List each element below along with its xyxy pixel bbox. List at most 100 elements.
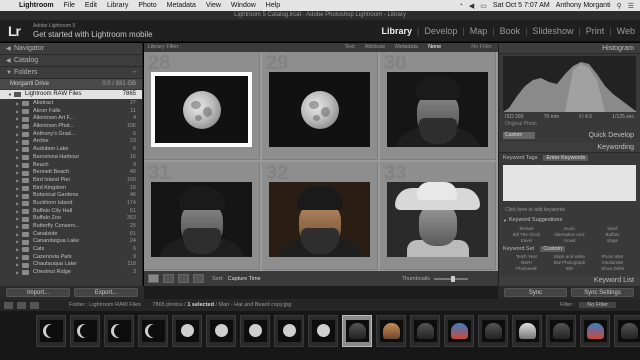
- folder-item[interactable]: ▶ Canalside 61: [0, 231, 142, 239]
- menu-metadata[interactable]: Metadata: [162, 2, 201, 9]
- wifi-icon[interactable]: ◔: [459, 2, 463, 9]
- keyword-chip[interactable]: alternative rock: [548, 232, 591, 237]
- module-book[interactable]: Book: [495, 26, 526, 36]
- filmstrip-thumbnail[interactable]: [172, 315, 202, 347]
- volume-row[interactable]: Morganti Drive 0.0 / 931 GB: [0, 79, 142, 89]
- grid-cell[interactable]: 33: [380, 162, 496, 270]
- filmstrip-thumbnail[interactable]: [70, 315, 100, 347]
- grid-shortcut-icon[interactable]: [30, 301, 39, 309]
- slider-knob[interactable]: [450, 275, 455, 282]
- photo-thumbnail[interactable]: [387, 72, 488, 147]
- keywording-header[interactable]: Keywording: [499, 142, 640, 153]
- filmstrip-thumbnail[interactable]: [206, 315, 236, 347]
- battery-icon[interactable]: ▭: [480, 2, 487, 10]
- keyword-chip[interactable]: Buffalo: [591, 232, 634, 237]
- folder-item[interactable]: ▶ Anthony's Grad... 6: [0, 131, 142, 139]
- thumbnail-size-slider[interactable]: [434, 275, 468, 282]
- module-web[interactable]: Web: [612, 26, 640, 36]
- keyword-chip[interactable]: Tenth Year: [505, 254, 548, 259]
- export-button[interactable]: Export...: [74, 288, 138, 297]
- catalog-header[interactable]: ◀ Catalog: [0, 55, 142, 67]
- filter-metadata[interactable]: Metadata: [395, 43, 418, 52]
- folder-item[interactable]: ▶ Botanical Gardens 46: [0, 192, 142, 200]
- module-library[interactable]: Library: [376, 26, 417, 36]
- grid-cell[interactable]: 32: [262, 162, 378, 270]
- keyword-text-area[interactable]: [503, 165, 636, 201]
- grid-cell[interactable]: 28: [144, 52, 260, 160]
- filter-attribute[interactable]: Attribute: [365, 43, 385, 52]
- histogram-header[interactable]: Histogram: [499, 43, 640, 54]
- sort-dropdown[interactable]: Capture Time: [228, 276, 261, 282]
- folder-item[interactable]: ▶ Audubon Lake 6: [0, 146, 142, 154]
- keyword-set-dropdown[interactable]: Custom: [540, 245, 566, 252]
- keyword-chip[interactable]: Bill The Clock: [505, 232, 548, 237]
- keyword-tags-dropdown[interactable]: Enter Keywords: [543, 155, 589, 161]
- add-folder-icon[interactable]: +: [132, 67, 142, 79]
- module-develop[interactable]: Develop: [419, 26, 462, 36]
- module-slideshow[interactable]: Slideshow: [527, 26, 578, 36]
- keyword-chip[interactable]: festival: [505, 226, 548, 231]
- secondary-window-icon[interactable]: [17, 301, 26, 309]
- folder-item[interactable]: ▶ Buffalo City Hall 61: [0, 208, 142, 216]
- grid-cell[interactable]: 30: [380, 52, 496, 160]
- grid-view-icon[interactable]: [148, 274, 159, 283]
- folder-root[interactable]: ▼ Lightroom RAW Files 7865: [0, 90, 142, 99]
- folder-item[interactable]: ▶ Chestnut Ridge 3: [0, 269, 142, 277]
- keyword-chip[interactable]: BW Photograph: [548, 260, 591, 265]
- filmstrip-thumbnail[interactable]: [36, 315, 66, 347]
- module-print[interactable]: Print: [581, 26, 610, 36]
- keyword-add-hint[interactable]: Click here to add keywords: [499, 207, 640, 213]
- quick-develop-header[interactable]: Quick Develop: [588, 132, 640, 139]
- keyword-chip[interactable]: crowd: [548, 238, 591, 243]
- filmstrip-thumbnail[interactable]: [580, 315, 610, 347]
- keyword-chip[interactable]: travel: [505, 238, 548, 243]
- filmstrip-thumbnail[interactable]: [614, 315, 640, 347]
- menu-lightroom[interactable]: Lightroom: [14, 2, 59, 9]
- folder-item[interactable]: ▶ Allentown Art F... 4: [0, 115, 142, 123]
- folder-item[interactable]: ▶ Chautauqua Lake 118: [0, 261, 142, 269]
- filmstrip-filter-dropdown[interactable]: No Filter: [579, 302, 616, 308]
- menu-library[interactable]: Library: [102, 2, 133, 9]
- filmstrip-thumbnail[interactable]: [240, 315, 270, 347]
- folder-item[interactable]: ▶ Bird Island Pier 160: [0, 177, 142, 185]
- menubar-clock[interactable]: Sat Oct 5 7:07 AM: [493, 2, 550, 9]
- filmstrip-thumbnail[interactable]: [444, 315, 474, 347]
- module-map[interactable]: Map: [465, 26, 493, 36]
- keyword-chip[interactable]: stage: [591, 238, 634, 243]
- volume-icon[interactable]: ◀: [469, 2, 474, 10]
- import-button[interactable]: Import...: [6, 288, 70, 297]
- menu-view[interactable]: View: [201, 2, 226, 9]
- keyword-chip[interactable]: BWH: [505, 260, 548, 265]
- folder-item[interactable]: ▶ Buckhorn Island 174: [0, 200, 142, 208]
- grid-cell[interactable]: 31: [144, 162, 260, 270]
- menubar-user[interactable]: Anthony Morganti: [556, 2, 611, 9]
- navigator-header[interactable]: ◀ Navigator: [0, 43, 142, 55]
- filmstrip-thumbnail[interactable]: [138, 315, 168, 347]
- keyword-list-header[interactable]: Keyword List: [499, 276, 640, 286]
- primary-window-icon[interactable]: [4, 301, 13, 309]
- grid-cell[interactable]: 29: [262, 52, 378, 160]
- folder-item[interactable]: ▶ Beach 9: [0, 162, 142, 170]
- sync-settings-button[interactable]: Sync Settings: [571, 288, 634, 297]
- filmstrip-thumbnail[interactable]: [376, 315, 406, 347]
- menu-photo[interactable]: Photo: [133, 2, 161, 9]
- menu-window[interactable]: Window: [226, 2, 261, 9]
- folder-item[interactable]: ▶ Cats 6: [0, 246, 142, 254]
- folder-item[interactable]: ▶ Butterfly Conserv... 25: [0, 223, 142, 231]
- keyword-chip[interactable]: black and white: [548, 254, 591, 259]
- filmstrip-thumbnail[interactable]: [308, 315, 338, 347]
- sync-button[interactable]: Sync: [504, 288, 567, 297]
- keyword-chip[interactable]: BW: [548, 266, 591, 271]
- spotlight-icon[interactable]: ⚲: [617, 2, 622, 10]
- keyword-chip[interactable]: Photo after: [591, 254, 634, 259]
- keyword-chip[interactable]: medium55: [591, 260, 634, 265]
- folder-item[interactable]: ▶ Cazenovia Park 9: [0, 254, 142, 262]
- filter-none[interactable]: None: [428, 43, 441, 52]
- notification-icon[interactable]: ☰: [628, 2, 634, 10]
- folder-item[interactable]: ▶ Bird Kingdom 15: [0, 185, 142, 193]
- folders-header[interactable]: ▼ Folders +: [0, 67, 142, 79]
- keyword-chip[interactable]: Photowalk: [505, 266, 548, 271]
- folder-item[interactable]: ▶ Barcelona Harbour 16: [0, 154, 142, 162]
- photo-thumbnail[interactable]: [151, 72, 252, 147]
- photo-thumbnail[interactable]: [387, 182, 488, 257]
